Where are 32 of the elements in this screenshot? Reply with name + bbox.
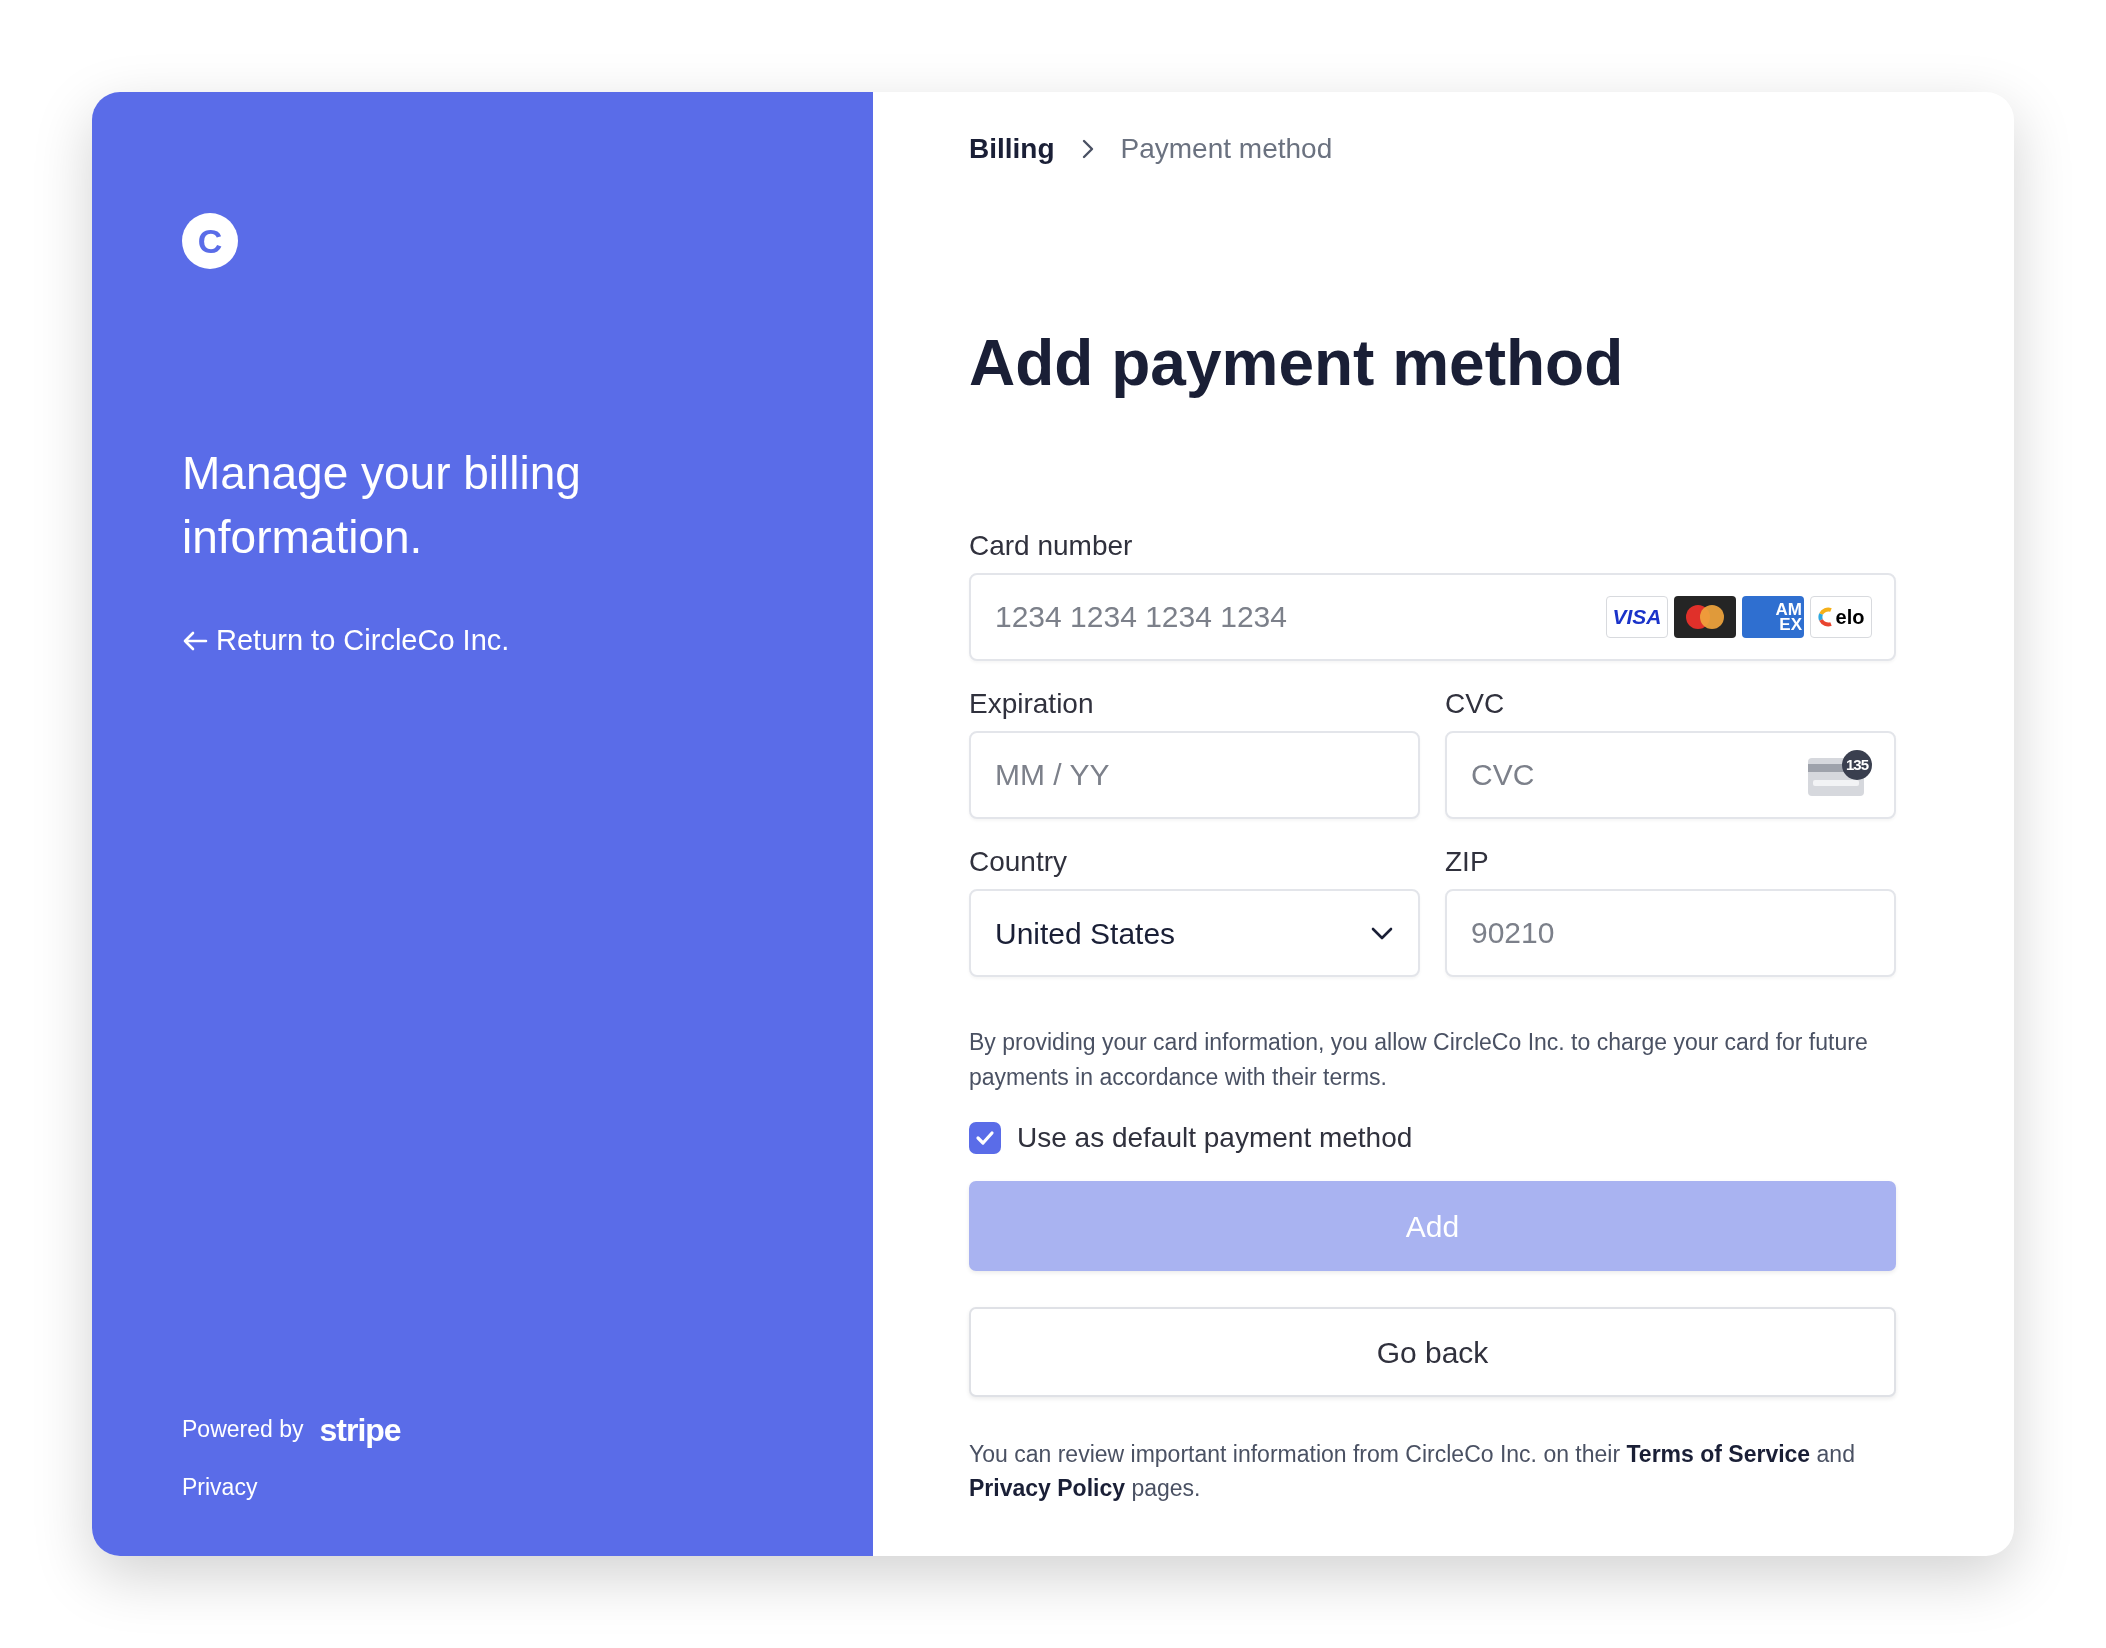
logo-icon: C xyxy=(182,213,238,269)
chevron-down-icon xyxy=(1370,925,1394,941)
field-label: ZIP xyxy=(1445,845,1490,879)
checkbox-label: Use as default payment method xyxy=(1017,1121,1413,1155)
visa-logo: VISA xyxy=(1606,596,1668,638)
footer-link[interactable]: Privacy Policy xyxy=(969,1475,1125,1501)
field-label: CVC xyxy=(1445,687,1506,721)
input-field[interactable]: MM / YY xyxy=(969,731,1420,819)
powered-by-text: Powered by xyxy=(182,1415,304,1445)
arrow-left-icon xyxy=(182,629,208,652)
field-label: Card number xyxy=(969,529,1134,563)
privacy-link[interactable]: Privacy xyxy=(182,1469,258,1504)
input-field[interactable]: 90210 xyxy=(1445,889,1896,977)
footer-text: You can review important information from CircleCo Inc. on their Terms of Service and Privacy Policy pages. xyxy=(969,1440,1856,1503)
check-icon xyxy=(975,1130,995,1146)
mastercard-logo xyxy=(1674,596,1736,638)
checkbox[interactable] xyxy=(969,1122,1001,1154)
country-select[interactable]: United States xyxy=(969,889,1420,977)
consent-text: By providing your card information, you allow CircleCo Inc. to charge your card for future payments in accordance with their terms. xyxy=(969,1028,1869,1092)
stripe-logo: stripe xyxy=(319,1410,401,1450)
tagline: Manage your billing information. xyxy=(182,446,582,565)
go-back-button[interactable]: Go back xyxy=(969,1307,1896,1397)
field-label: Country xyxy=(969,845,1069,879)
chevron-right-icon xyxy=(1080,138,1095,160)
amex-logo: AM EX xyxy=(1742,596,1804,638)
breadcrumb-link[interactable]: Billing xyxy=(969,128,1055,170)
page-title: Add payment method xyxy=(969,327,1625,399)
elo-logo: elo xyxy=(1810,596,1872,638)
footer-link[interactable]: Terms of Service xyxy=(1626,1441,1811,1467)
return-link[interactable]: Return to CircleCo Inc. xyxy=(182,619,510,663)
field-label: Expiration xyxy=(969,687,1095,721)
breadcrumb-link[interactable]: Payment method xyxy=(1120,128,1333,170)
